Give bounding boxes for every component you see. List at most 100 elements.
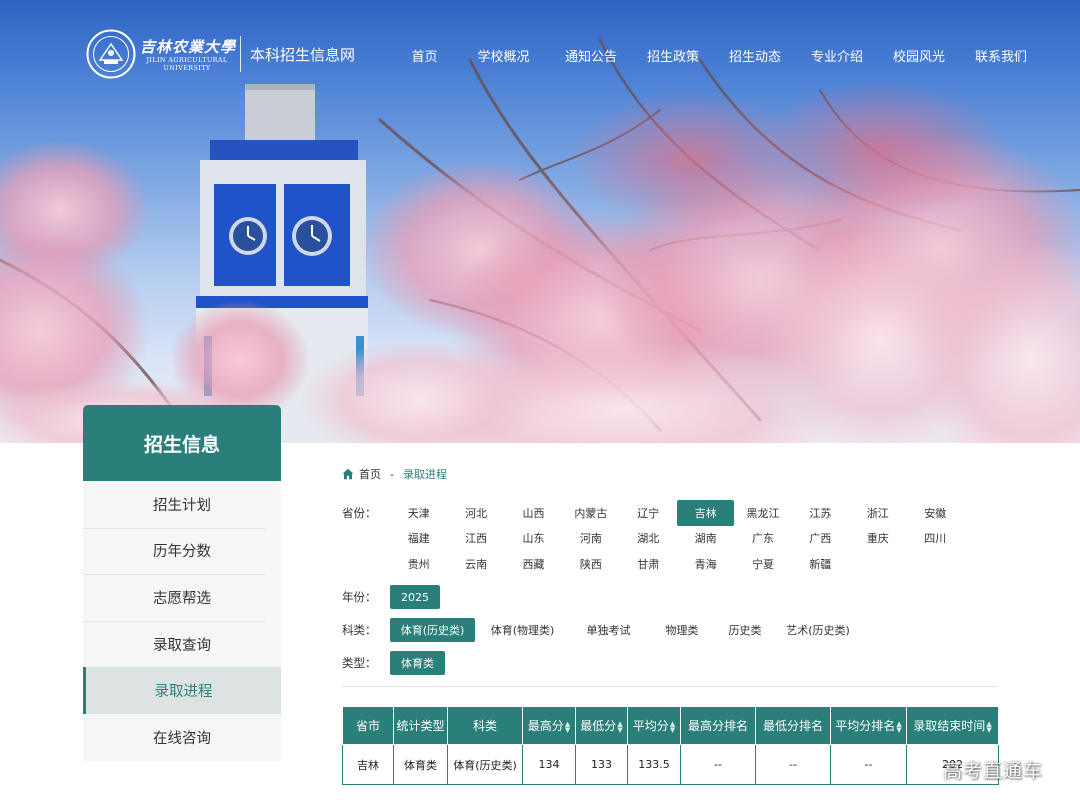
province-option[interactable]: 山东 <box>505 526 562 552</box>
sidebar-menu: 招生计划 历年分数 志愿帮选 录取查询 录取进程 在线咨询 <box>83 481 281 761</box>
province-option[interactable]: 福建 <box>390 526 447 552</box>
sidebar-item-past-scores[interactable]: 历年分数 <box>83 527 281 575</box>
hero-banner: 吉林农業大學 JILIN AGRICULTURAL UNIVERSITY 本科招… <box>0 0 1080 443</box>
col-header-end-time[interactable]: 录取结束时间▲ ▼ <box>906 706 999 745</box>
logo-divider <box>240 36 241 72</box>
cell-max-rank: -- <box>680 744 756 785</box>
cell-avg-score: 133.5 <box>627 744 681 785</box>
subject-label: 科类： <box>342 623 377 637</box>
cell-stat-type: 体育类 <box>393 744 448 785</box>
cell-min-rank: -- <box>755 744 831 785</box>
province-selector: 天津 河北 山西 内蒙古 辽宁 吉林 黑龙江 江苏 浙江 安徽 福建 江西 山东… <box>390 500 980 577</box>
sidebar-item-online-consult[interactable]: 在线咨询 <box>83 714 281 761</box>
province-option[interactable]: 西藏 <box>505 551 562 577</box>
province-option[interactable]: 湖南 <box>677 526 734 552</box>
nav-campus[interactable]: 校园风光 <box>882 46 956 65</box>
site-name: 本科招生信息网 <box>250 46 356 64</box>
province-option[interactable]: 辽宁 <box>620 500 677 526</box>
province-option[interactable]: 山西 <box>505 500 562 526</box>
university-emblem-icon <box>86 29 136 79</box>
type-label: 类型： <box>342 656 377 670</box>
breadcrumb: 首页 - 录取进程 <box>342 466 447 482</box>
province-label: 省份： <box>342 506 377 520</box>
subject-selector: 体育(历史类) 体育(物理类) 单独考试 物理类 历史类 艺术(历史类) <box>390 618 860 642</box>
col-header-max-score[interactable]: 最高分▲ ▼ <box>522 706 576 745</box>
province-option[interactable]: 重庆 <box>849 526 906 552</box>
col-header-min-score[interactable]: 最低分▲ ▼ <box>575 706 628 745</box>
province-option[interactable]: 四川 <box>907 526 964 552</box>
nav-policy[interactable]: 招生政策 <box>636 46 710 65</box>
breadcrumb-home[interactable]: 首页 <box>359 466 381 482</box>
blossom-clusters <box>0 80 1080 443</box>
col-header-province: 省市 <box>342 706 394 745</box>
year-option-selected[interactable]: 2025 <box>390 585 440 609</box>
admission-table: 省市 统计类型 科类 最高分▲ ▼ 最低分▲ ▼ 平均分▲ ▼ 最高分排名 最低分排名… <box>342 706 999 785</box>
sidebar-item-choice-helper[interactable]: 志愿帮选 <box>83 574 281 621</box>
sidebar-item-admission-progress[interactable]: 录取进程 <box>83 667 281 714</box>
sort-icon[interactable]: ▲ ▼ <box>670 720 675 733</box>
nav-about[interactable]: 学校概况 <box>461 46 546 65</box>
breadcrumb-separator: - <box>390 467 394 481</box>
type-option-selected[interactable]: 体育类 <box>390 651 445 675</box>
province-option[interactable]: 河北 <box>447 500 504 526</box>
province-option[interactable]: 安徽 <box>907 500 964 526</box>
province-option-selected[interactable]: 吉林 <box>676 500 735 526</box>
province-option[interactable]: 陕西 <box>562 551 619 577</box>
province-option[interactable]: 浙江 <box>849 500 906 526</box>
sort-icon[interactable]: ▲ ▼ <box>896 720 901 733</box>
logo-chinese-name: 吉林农業大學 <box>140 38 237 56</box>
province-option[interactable]: 广西 <box>792 526 849 552</box>
nav-news[interactable]: 招生动态 <box>718 46 792 65</box>
main-nav: 首页 学校概况 通知公告 招生政策 招生动态 专业介绍 校园风光 联系我们 <box>396 46 1038 65</box>
province-option[interactable]: 江苏 <box>792 500 849 526</box>
province-option[interactable]: 青海 <box>677 551 734 577</box>
subject-option[interactable]: 物理类 <box>649 618 715 642</box>
col-header-max-rank: 最高分排名 <box>680 706 756 745</box>
province-option[interactable]: 天津 <box>390 500 447 526</box>
top-navigation: 吉林农業大學 JILIN AGRICULTURAL UNIVERSITY 本科招… <box>0 0 1080 100</box>
subject-option[interactable]: 体育(物理类) <box>478 618 567 642</box>
province-option[interactable]: 云南 <box>447 551 504 577</box>
cell-max-score: 134 <box>522 744 576 785</box>
subject-option[interactable]: 历史类 <box>717 618 773 642</box>
nav-home[interactable]: 首页 <box>396 46 453 65</box>
cell-province: 吉林 <box>342 744 394 785</box>
cell-subject: 体育(历史类) <box>447 744 523 785</box>
sort-icon[interactable]: ▲ ▼ <box>986 720 991 733</box>
watermark: 高考直通车 <box>943 760 1044 782</box>
col-header-min-rank: 最低分排名 <box>755 706 831 745</box>
home-icon <box>342 468 354 480</box>
year-label: 年份： <box>342 590 377 604</box>
province-option[interactable]: 贵州 <box>390 551 447 577</box>
subject-option[interactable]: 艺术(历史类) <box>776 618 860 642</box>
logo-english-name: JILIN AGRICULTURAL UNIVERSITY <box>146 56 228 72</box>
sidebar: 招生信息 招生计划 历年分数 志愿帮选 录取查询 录取进程 在线咨询 <box>83 405 281 761</box>
sidebar-title: 招生信息 <box>83 405 281 481</box>
table-row: 吉林 体育类 体育(历史类) 134 133 133.5 -- -- -- 20… <box>342 744 999 785</box>
sidebar-item-admission-query[interactable]: 录取查询 <box>83 620 281 668</box>
col-header-subject: 科类 <box>447 706 523 745</box>
province-option[interactable]: 甘肃 <box>620 551 677 577</box>
col-header-avg-rank[interactable]: 平均分排名▲ ▼ <box>830 706 907 745</box>
province-option[interactable]: 黑龙江 <box>734 500 791 526</box>
subject-option-selected[interactable]: 体育(历史类) <box>390 618 475 642</box>
content-divider <box>342 686 998 687</box>
sort-icon[interactable]: ▲ ▼ <box>617 720 622 733</box>
col-header-stat-type: 统计类型 <box>393 706 448 745</box>
nav-notices[interactable]: 通知公告 <box>554 46 628 65</box>
province-option[interactable]: 湖北 <box>620 526 677 552</box>
province-option[interactable]: 江西 <box>447 526 504 552</box>
sort-icon[interactable]: ▲ ▼ <box>565 720 570 733</box>
province-option[interactable]: 内蒙古 <box>562 500 619 526</box>
province-option[interactable]: 宁夏 <box>734 551 791 577</box>
province-option[interactable]: 广东 <box>734 526 791 552</box>
province-option[interactable]: 河南 <box>562 526 619 552</box>
sidebar-item-plan[interactable]: 招生计划 <box>83 481 281 528</box>
nav-contact[interactable]: 联系我们 <box>964 46 1038 65</box>
subject-option[interactable]: 单独考试 <box>570 618 647 642</box>
nav-majors[interactable]: 专业介绍 <box>800 46 874 65</box>
province-option[interactable]: 新疆 <box>792 551 849 577</box>
table-header-row: 省市 统计类型 科类 最高分▲ ▼ 最低分▲ ▼ 平均分▲ ▼ 最高分排名 最低分排名… <box>342 706 999 745</box>
col-header-avg-score[interactable]: 平均分▲ ▼ <box>627 706 681 745</box>
breadcrumb-current: 录取进程 <box>402 468 447 481</box>
